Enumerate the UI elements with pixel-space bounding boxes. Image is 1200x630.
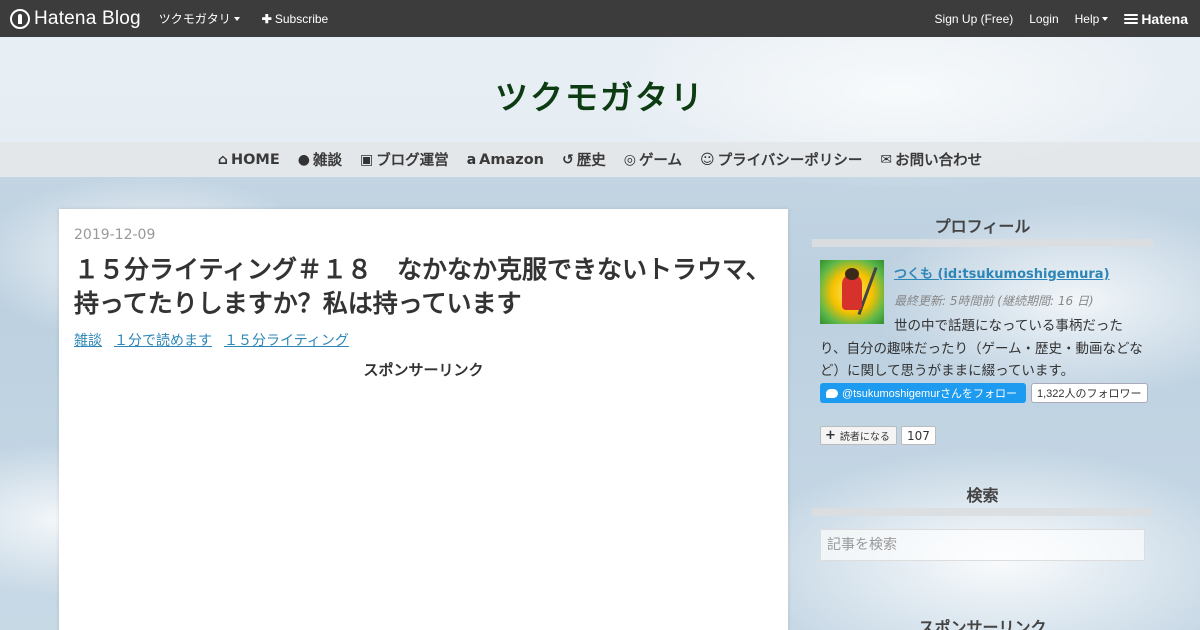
subscribe-button[interactable]: ✚ Subscribe xyxy=(262,12,328,26)
nav-label: ゲーム xyxy=(638,153,683,169)
nav-item-contact[interactable]: ✉ お問い合わせ xyxy=(880,149,982,170)
twitter-bird-icon xyxy=(826,388,838,398)
nav-label: Amazon xyxy=(479,151,544,168)
nav-item-blog-management[interactable]: ▣ ブログ運営 xyxy=(360,149,449,170)
subscribe-label: Subscribe xyxy=(274,11,329,26)
entry-categories: 雑談 １分で読めます １５分ライティング xyxy=(74,330,361,350)
profile-name-link[interactable]: つくも (id:tsukumoshigemura) xyxy=(894,263,1110,282)
plus-icon: ✚ xyxy=(261,11,272,26)
search-heading-rule xyxy=(812,508,1153,516)
nav-label: お問い合わせ xyxy=(895,153,983,169)
category-link[interactable]: 雑談 xyxy=(74,330,102,350)
subscriber-count: 107 xyxy=(901,426,936,445)
amazon-icon: a xyxy=(466,151,477,168)
envelope-icon: ✉ xyxy=(880,151,893,168)
blog-title[interactable]: ツクモガタリ xyxy=(0,71,1200,119)
blogger-icon: ▣ xyxy=(359,151,374,168)
sidebar-sponsor-heading: スポンサーリンク xyxy=(918,618,1047,630)
profile-last-updated: 最終更新: 5時間前 (継続期間: 16 日) xyxy=(894,294,1094,308)
caret-down-icon xyxy=(1102,16,1109,21)
history-icon: ↺ xyxy=(561,151,574,168)
home-icon: ⌂ xyxy=(217,151,228,168)
nav-label: プライバシーポリシー xyxy=(717,153,863,169)
nav-item-privacy[interactable]: ☺ プライバシーポリシー xyxy=(700,149,862,170)
nav-item-amazon[interactable]: a Amazon xyxy=(467,152,544,168)
twitter-follow-button[interactable]: @tsukumoshigemurさんをフォロー xyxy=(820,383,1026,403)
category-link[interactable]: １分で読めます xyxy=(114,330,212,350)
category-link[interactable]: １５分ライティング xyxy=(224,330,349,350)
twitter-follower-count[interactable]: 1,322人のフォロワー xyxy=(1031,383,1148,403)
profile-description: 世の中で話題になっている事柄だったり、自分の趣味だったり（ゲーム・歴史・動画など… xyxy=(820,318,1143,379)
blog-nav: ⌂ HOME ● 雑談 ▣ ブログ運営 a Amazon ↺ 歴史 ◎ ゲーム … xyxy=(0,142,1200,177)
global-header: Hatena Blog ツクモガタリ ✚ Subscribe Sign Up (… xyxy=(0,0,1200,37)
entry-date[interactable]: 2019-12-09 xyxy=(74,227,155,243)
blog-header: ツクモガタリ xyxy=(0,37,1200,142)
twitter-follow-label: @tsukumoshigemurさんをフォロー xyxy=(842,388,1017,400)
help-dropdown[interactable]: Help xyxy=(1075,12,1109,26)
comment-icon: ● xyxy=(297,151,310,168)
article-card: 2019-12-09 １５分ライティング＃１８ なかなか克服できないトラウマ、持… xyxy=(59,209,788,630)
nav-label: ブログ運営 xyxy=(376,153,449,169)
hatena-blog-logo-text: Hatena Blog xyxy=(34,7,141,29)
entry-title[interactable]: １５分ライティング＃１８ なかなか克服できないトラウマ、持ってたりしますか？私は… xyxy=(74,253,779,321)
hatena-blog-logo[interactable]: Hatena Blog xyxy=(10,8,141,30)
search-heading: 検索 xyxy=(966,486,999,505)
nav-item-game[interactable]: ◎ ゲーム xyxy=(624,149,682,170)
nav-label: 歴史 xyxy=(576,153,606,169)
profile-heading: プロフィール xyxy=(934,217,1031,236)
hatena-logo[interactable]: Hatena xyxy=(1124,11,1188,27)
sponsor-label: スポンサーリンク xyxy=(363,361,484,379)
hatena-logo-text: Hatena xyxy=(1141,10,1188,27)
caret-down-icon xyxy=(233,16,240,21)
help-label: Help xyxy=(1074,11,1100,26)
subscribe-reader-label: 読者になる xyxy=(839,432,890,443)
nav-label: HOME xyxy=(230,151,280,168)
search-input[interactable] xyxy=(820,529,1145,561)
hatena-mark-icon xyxy=(1124,12,1139,26)
smile-icon: ☺ xyxy=(700,151,715,168)
subscribe-reader-button[interactable]: + 読者になる xyxy=(820,426,897,445)
blog-menu-label: ツクモガタリ xyxy=(158,12,231,26)
login-link[interactable]: Login xyxy=(1029,12,1058,26)
blog-menu-dropdown[interactable]: ツクモガタリ xyxy=(159,10,240,27)
signup-link[interactable]: Sign Up (Free) xyxy=(935,12,1014,26)
nav-item-chat[interactable]: ● 雑談 xyxy=(298,149,342,170)
nav-item-history[interactable]: ↺ 歴史 xyxy=(562,149,606,170)
profile-heading-rule xyxy=(812,239,1153,247)
nav-item-home[interactable]: ⌂ HOME xyxy=(218,152,280,168)
hatena-pen-icon xyxy=(10,8,30,29)
nav-label: 雑談 xyxy=(312,153,342,169)
plus-icon: + xyxy=(825,428,836,443)
gamepad-icon: ◎ xyxy=(623,151,636,168)
